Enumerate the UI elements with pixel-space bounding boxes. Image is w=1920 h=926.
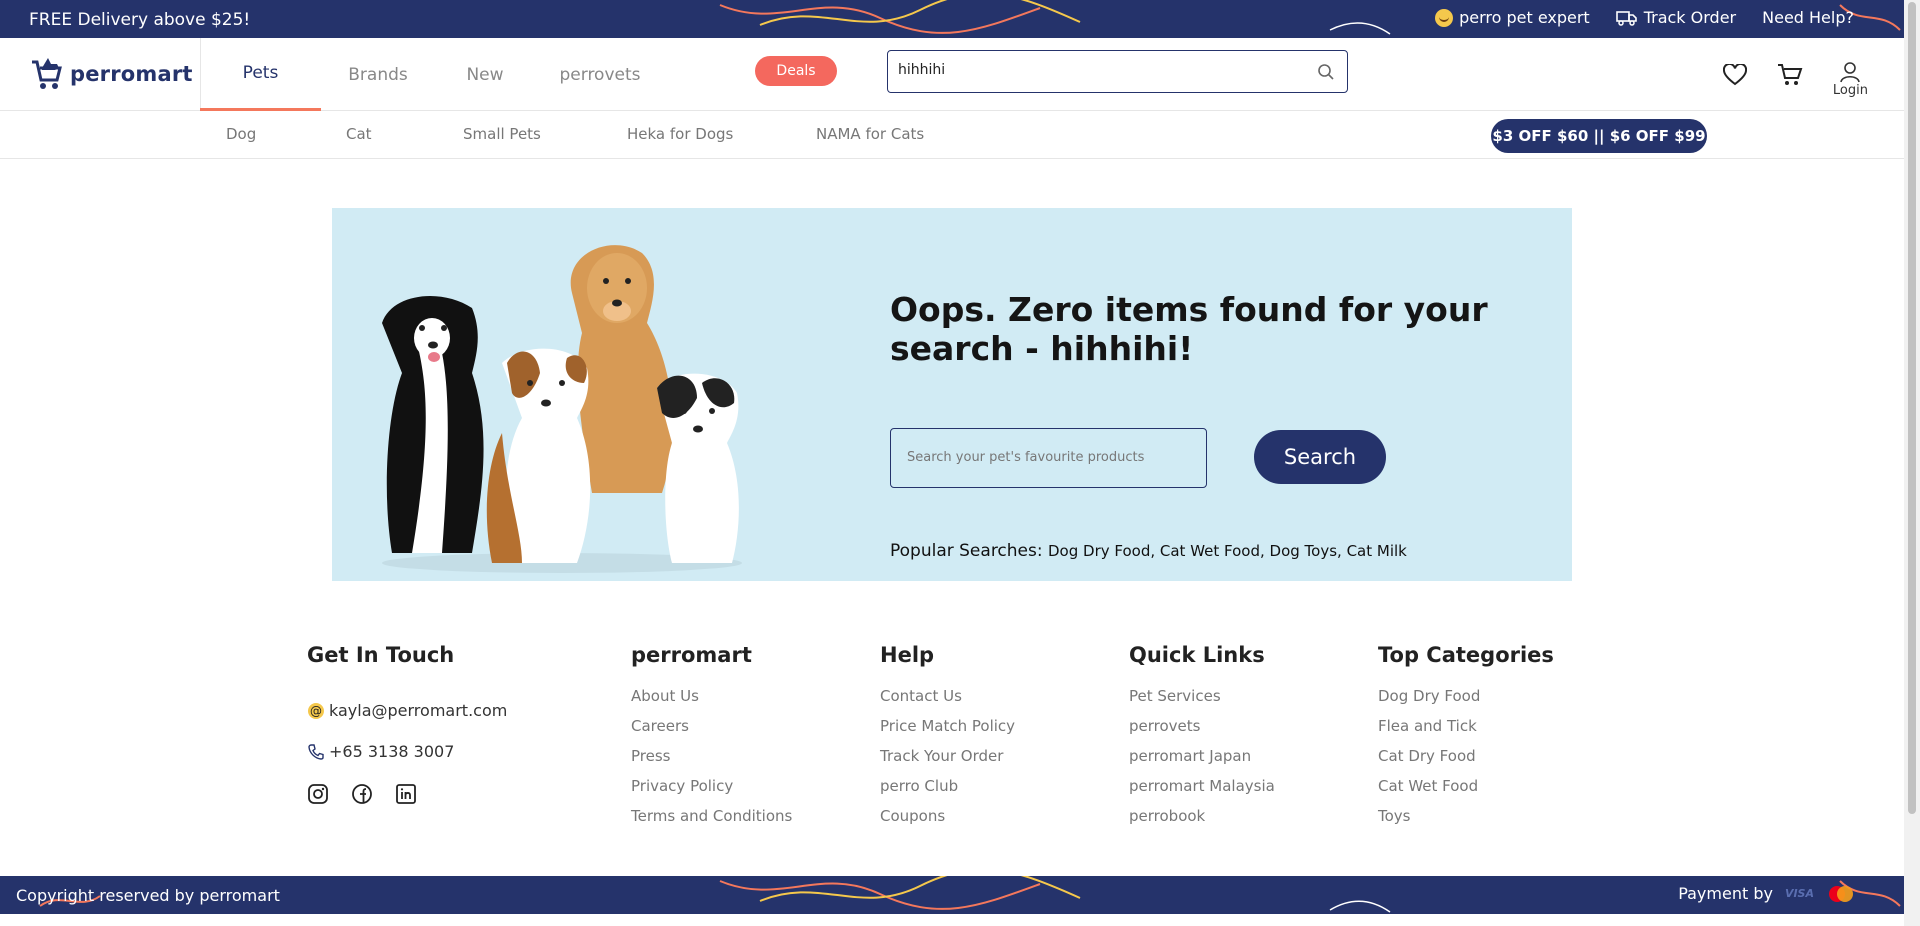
- footer-link-pet-services[interactable]: Pet Services: [1129, 687, 1275, 706]
- footer-link-perrobook[interactable]: perrobook: [1129, 807, 1275, 826]
- main-nav: Pets Brands New perrovets: [200, 38, 665, 111]
- email-at-icon: @: [308, 702, 324, 719]
- no-results-hero: Oops. Zero items found for your search -…: [332, 208, 1572, 581]
- footer-contact: Get In Touch @ kayla@perromart.com +65 3…: [307, 643, 507, 805]
- payment-methods: Payment by VISA: [1678, 884, 1856, 903]
- popular-searches-links[interactable]: Dog Dry Food, Cat Wet Food, Dog Toys, Ca…: [1048, 542, 1407, 560]
- subnav-small-pets[interactable]: Small Pets: [463, 125, 541, 143]
- main-header: perromart Pets Brands New perrovets Deal…: [0, 38, 1904, 111]
- logo-wordmark: perromart: [70, 62, 193, 86]
- footer-link-press[interactable]: Press: [631, 747, 792, 766]
- no-results-title: Oops. Zero items found for your search -…: [890, 290, 1488, 368]
- contact-email: kayla@perromart.com: [329, 701, 508, 720]
- track-order-link[interactable]: Track Order: [1615, 8, 1737, 27]
- footer-link-perro-club[interactable]: perro Club: [880, 777, 1015, 796]
- phone-icon: [308, 743, 324, 760]
- bottom-bar: Copyright reserved by perromart Payment …: [0, 876, 1904, 914]
- tab-brands[interactable]: Brands: [321, 38, 435, 111]
- tab-pets[interactable]: Pets: [200, 38, 321, 111]
- subnav-cat[interactable]: Cat: [346, 125, 372, 143]
- header-actions: Login: [1722, 38, 1868, 111]
- footer-perromart: perromart About Us Careers Press Privacy…: [631, 643, 792, 837]
- contact-phone: +65 3138 3007: [329, 742, 455, 761]
- pet-expert-label: perro pet expert: [1459, 8, 1590, 27]
- pet-expert-link[interactable]: perro pet expert: [1435, 8, 1590, 27]
- pet-search-input[interactable]: [907, 429, 1197, 485]
- scrollbar-thumb[interactable]: [1908, 2, 1916, 814]
- pet-search-box: [890, 428, 1207, 488]
- free-delivery-text: FREE Delivery above $25!: [29, 10, 251, 30]
- footer-top-categories-title: Top Categories: [1378, 643, 1554, 667]
- mastercard-icon: [1829, 885, 1853, 902]
- footer-link-privacy-policy[interactable]: Privacy Policy: [631, 777, 792, 796]
- expert-avatar-icon: [1435, 8, 1454, 27]
- social-links: [307, 783, 507, 805]
- footer-top-categories: Top Categories Dog Dry Food Flea and Tic…: [1378, 643, 1554, 837]
- contact-email-row[interactable]: @ kayla@perromart.com: [307, 701, 507, 720]
- payment-label: Payment by: [1678, 884, 1773, 903]
- dogs-illustration: [382, 245, 742, 573]
- footer-link-flea-and-tick[interactable]: Flea and Tick: [1378, 717, 1554, 736]
- footer-link-track-order[interactable]: Track Your Order: [880, 747, 1015, 766]
- footer-link-toys[interactable]: Toys: [1378, 807, 1554, 826]
- need-help-link[interactable]: Need Help?: [1762, 8, 1854, 27]
- footer-link-about-us[interactable]: About Us: [631, 687, 792, 706]
- subnav-nama-for-cats[interactable]: NAMA for Cats: [816, 125, 924, 143]
- login-label: Login: [1832, 83, 1868, 98]
- truck-icon: [1615, 10, 1637, 26]
- footer-link-careers[interactable]: Careers: [631, 717, 792, 736]
- copyright-text: Copyright reserved by perromart: [16, 886, 280, 905]
- wishlist-heart-icon[interactable]: [1722, 63, 1747, 86]
- contact-phone-row[interactable]: +65 3138 3007: [307, 742, 507, 761]
- login-button[interactable]: Login: [1833, 61, 1868, 98]
- footer-link-cat-dry-food[interactable]: Cat Dry Food: [1378, 747, 1554, 766]
- footer-link-coupons[interactable]: Coupons: [880, 807, 1015, 826]
- footer-link-dog-dry-food[interactable]: Dog Dry Food: [1378, 687, 1554, 706]
- footer-link-terms[interactable]: Terms and Conditions: [631, 807, 792, 826]
- footer-perromart-title: perromart: [631, 643, 752, 667]
- perromart-logo[interactable]: perromart: [30, 56, 193, 92]
- footer-link-perromart-japan[interactable]: perromart Japan: [1129, 747, 1275, 766]
- search-icon[interactable]: [1317, 63, 1335, 81]
- header-search-box: [887, 50, 1348, 93]
- deals-button[interactable]: Deals: [755, 56, 837, 86]
- footer-quick-links: Quick Links Pet Services perrovets perro…: [1129, 643, 1275, 837]
- instagram-icon[interactable]: [307, 783, 329, 805]
- need-help-label: Need Help?: [1762, 8, 1854, 27]
- footer-link-cat-wet-food[interactable]: Cat Wet Food: [1378, 777, 1554, 796]
- svg-text:@: @: [310, 704, 322, 718]
- decorative-waves-bottom: [39, 876, 1901, 913]
- page-scrollbar[interactable]: [1904, 0, 1920, 926]
- header-search-input[interactable]: [898, 51, 1298, 89]
- footer-help-title: Help: [880, 643, 935, 667]
- linkedin-icon[interactable]: [395, 783, 417, 805]
- visa-icon: VISA: [1784, 887, 1814, 900]
- facebook-icon[interactable]: [351, 783, 373, 805]
- tab-new[interactable]: New: [435, 38, 535, 111]
- page: FREE Delivery above $25! perro pet exper…: [0, 0, 1920, 926]
- search-button[interactable]: Search: [1254, 430, 1386, 484]
- cart-icon[interactable]: [1777, 63, 1803, 87]
- user-icon: [1840, 62, 1861, 83]
- footer-quick-links-title: Quick Links: [1129, 643, 1265, 667]
- sub-nav: Dog Cat Small Pets Heka for Dogs NAMA fo…: [0, 111, 1904, 159]
- tab-perrovets[interactable]: perrovets: [535, 38, 665, 111]
- subnav-dog[interactable]: Dog: [226, 125, 256, 143]
- offer-badge[interactable]: $3 OFF $60 || $6 OFF $99: [1491, 119, 1707, 153]
- cart-dog-logo-icon: [32, 58, 62, 89]
- footer-help: Help Contact Us Price Match Policy Track…: [880, 643, 1015, 837]
- footer-link-perromart-malaysia[interactable]: perromart Malaysia: [1129, 777, 1275, 796]
- popular-searches-label: Popular Searches:: [890, 541, 1043, 561]
- top-promo-bar: FREE Delivery above $25! perro pet exper…: [0, 0, 1904, 38]
- footer-link-perrovets[interactable]: perrovets: [1129, 717, 1275, 736]
- popular-searches: Popular Searches: Dog Dry Food, Cat Wet …: [890, 541, 1407, 561]
- footer-contact-title: Get In Touch: [307, 643, 455, 667]
- footer-link-contact-us[interactable]: Contact Us: [880, 687, 1015, 706]
- track-order-label: Track Order: [1643, 8, 1737, 27]
- subnav-heka-for-dogs[interactable]: Heka for Dogs: [627, 125, 733, 143]
- footer-link-price-match[interactable]: Price Match Policy: [880, 717, 1015, 736]
